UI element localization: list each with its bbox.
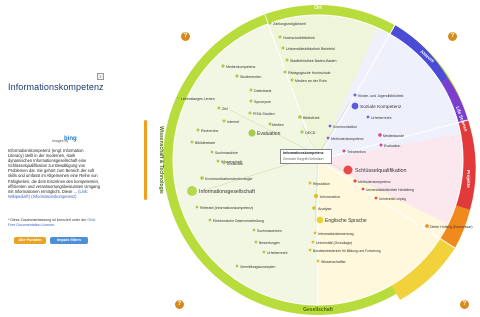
node-label[interactable]: Analyse [318, 207, 332, 211]
node-label[interactable]: Hochschulbibliothek [283, 36, 315, 40]
node-label[interactable]: Universitätsbibliothek Bielefeld [286, 47, 335, 51]
node-label[interactable]: Ziel [222, 107, 228, 111]
node-label[interactable]: Evaluation [257, 131, 281, 137]
node-label[interactable]: Studierenden [240, 75, 261, 79]
node-label[interactable]: Medien [272, 123, 284, 127]
node-label[interactable]: Bewertungen [259, 241, 280, 245]
node-label[interactable]: Urheberrecht [371, 116, 391, 120]
node-label[interactable]: Universität Leipzig [379, 197, 406, 201]
tooltip-title: Informationskompetenz [283, 151, 324, 155]
segment-label-left: Wissenschaft & Technologie [158, 126, 164, 194]
node-label[interactable]: Bibliothekare [195, 141, 215, 145]
all-points-button[interactable]: Alle Punkten [14, 237, 46, 244]
segment-label-top: Ort [314, 5, 322, 11]
node-label[interactable]: Medien an der Ruhr [295, 79, 328, 83]
node-label[interactable]: Dieter Hofferg (Kommissar) [430, 225, 473, 229]
node-label[interactable]: Universitätsbibliothek Heidelberg [366, 188, 414, 192]
node-label[interactable]: PISA-Studien [253, 112, 275, 116]
node-label[interactable]: Recherche [201, 129, 218, 133]
node-label[interactable]: Informationsgesellschaft [199, 189, 255, 195]
page-title: Informationskompetenz [8, 82, 104, 92]
node-label[interactable]: Elektronische Datenverarbeitung [213, 219, 264, 223]
node-label[interactable]: Schlüsselqualifikation [355, 168, 407, 174]
node-label[interactable]: Vermittlungskonzepten [240, 265, 275, 269]
node-label[interactable]: Informationsbewertung [318, 232, 354, 236]
help-button-top-right[interactable]: ? [448, 32, 457, 41]
node-label[interactable]: Pädagogische Hochschule [288, 71, 331, 75]
node-label[interactable]: OECD [305, 131, 316, 135]
node-label[interactable]: Stadtbibliothek Baden-Baden [290, 59, 337, 63]
node-label[interactable]: Wissenschaftler [321, 260, 347, 264]
help-button-top-left[interactable]: ? [181, 32, 190, 41]
node-label[interactable]: Soziale Kompetenz [360, 104, 402, 110]
node-label[interactable]: Kommunikation [333, 125, 357, 129]
node-label[interactable]: Urheberrecht [267, 251, 287, 255]
node-label[interactable]: Referate (Informationskompetenz) [200, 206, 253, 210]
node-label[interactable]: Kommunikationstechnologie [205, 177, 253, 181]
description-text: Informationskompetenz (engl. Information… [8, 148, 100, 194]
node-label[interactable]: Datenbank [254, 89, 272, 93]
node-label[interactable]: Methodenkompetenz [358, 180, 391, 184]
node-label[interactable]: Medienkompetenz [226, 65, 256, 69]
node-label[interactable]: Universität (Grundlage) [316, 241, 352, 245]
node-label[interactable]: Lebenslanges Lernen [181, 97, 215, 101]
node-label[interactable]: Suchmaschine [215, 151, 238, 155]
license-note: * Diese Zusammenfassung ist lizenziert u… [8, 218, 98, 227]
node-label[interactable]: Englische Sprache [325, 218, 367, 224]
node-label[interactable]: Kinder- und Jugendbibliothek [358, 94, 404, 98]
help-button-bottom-left[interactable]: ? [175, 300, 184, 309]
node-label[interactable]: Synonyme [254, 100, 271, 104]
node-label[interactable]: Suchmaschinen [257, 229, 282, 233]
node-label[interactable]: Zahlungsmöglichkeit [273, 22, 306, 26]
node-label[interactable]: Bibliothek [303, 116, 320, 120]
segment-label-projekte: Projekte [466, 170, 471, 188]
node-label[interactable]: Methodenkompetenz [331, 137, 364, 141]
node-label[interactable]: Tetrahedron [347, 150, 366, 154]
license-note-text: * Diese Zusammenfassung ist lizenziert u… [8, 218, 87, 222]
zoom-slider[interactable] [144, 120, 147, 200]
bing-logo[interactable]: bing [64, 136, 77, 142]
filter-button[interactable]: Impuls filtern [50, 237, 88, 244]
description: Informationskompetenz (engl. Information… [8, 148, 100, 199]
help-button-bottom-right[interactable]: ? [460, 300, 469, 309]
node-label[interactable]: Kreativität [227, 162, 243, 166]
nodes-far-right: Dieter Hofferg (Kommissar) [425, 224, 473, 229]
node-label[interactable]: Medienkunde [383, 134, 404, 138]
info-panel: i Informationskompetenz Images by bing I… [0, 0, 140, 317]
tooltip-subtitle: Zentrale Begriff Definition [283, 157, 324, 161]
node-label[interactable]: Internet [227, 120, 239, 124]
tooltip: Informationskompetenz Zentrale Begriff D… [280, 149, 332, 164]
info-icon[interactable]: i [97, 73, 104, 80]
node-label[interactable]: Information [320, 194, 340, 199]
node-label[interactable]: Bundesministerium für Bildung und Forsch… [313, 249, 381, 253]
node-label[interactable]: Reputation [313, 182, 330, 186]
node-label[interactable]: Evaluation [384, 144, 400, 148]
segment-label-bottom: Gesellschaft [303, 307, 333, 313]
